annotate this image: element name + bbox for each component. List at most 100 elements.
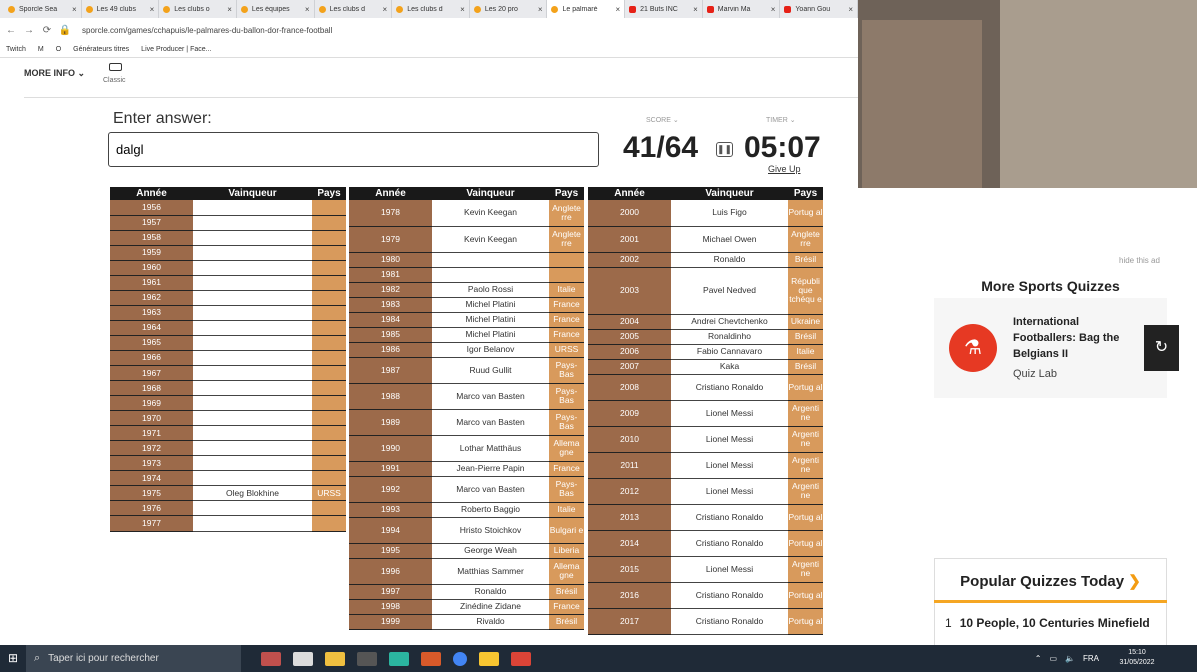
country-cell: Brésil xyxy=(549,614,584,630)
browser-tab[interactable]: Les clubs o × xyxy=(159,0,237,18)
chevron-up-icon[interactable]: ⌃ xyxy=(1035,654,1042,663)
bookmark-item[interactable]: Générateurs titres xyxy=(73,46,129,53)
browser-tab[interactable]: 21 Buts INC × xyxy=(625,0,703,18)
country-cell: Anglete rre xyxy=(549,200,584,227)
network-icon[interactable]: ▭ xyxy=(1049,654,1057,663)
close-icon[interactable]: × xyxy=(615,5,620,14)
chrome-icon[interactable] xyxy=(511,651,531,666)
winner-cell: Oleg Blokhine xyxy=(193,485,312,502)
winner-cell xyxy=(193,455,312,472)
browser-tab[interactable]: Les 20 pro × xyxy=(470,0,548,18)
col-header-country: Pays xyxy=(312,187,346,200)
hide-ad-link[interactable]: hide this ad xyxy=(1119,256,1160,265)
bookmark-item[interactable]: M xyxy=(38,46,44,53)
year-cell: 1964 xyxy=(110,320,193,336)
year-cell: 2009 xyxy=(588,400,671,427)
col-header-year: Année xyxy=(588,187,671,200)
table-row: 1977 xyxy=(110,515,346,532)
app-icon[interactable] xyxy=(421,651,441,666)
country-cell: Pays-Bas xyxy=(549,409,584,436)
country-cell: France xyxy=(549,297,584,313)
keyboard-icon[interactable] xyxy=(109,63,122,71)
browser-tab[interactable]: Les clubs d × xyxy=(315,0,393,18)
winner-cell xyxy=(193,410,312,427)
winner-cell: Ronaldinho xyxy=(671,329,788,345)
refresh-icon[interactable]: ↻ xyxy=(1144,325,1179,371)
browser-tab[interactable]: Les clubs d × xyxy=(392,0,470,18)
year-cell: 1975 xyxy=(110,485,193,502)
pause-button[interactable]: ❚❚ xyxy=(716,142,733,157)
app-icon[interactable] xyxy=(479,651,499,666)
browser-tab[interactable]: Les équipes × xyxy=(237,0,315,18)
close-icon[interactable]: × xyxy=(383,5,388,14)
back-icon[interactable]: ← xyxy=(4,25,18,36)
close-icon[interactable]: × xyxy=(538,5,543,14)
winner-cell: Rivaldo xyxy=(432,614,549,630)
sporcle-icon xyxy=(473,5,481,13)
year-cell: 1994 xyxy=(349,517,432,544)
year-cell: 2005 xyxy=(588,329,671,345)
app-icon[interactable] xyxy=(357,651,377,666)
close-icon[interactable]: × xyxy=(150,5,155,14)
volume-icon[interactable]: 🔈 xyxy=(1065,654,1075,663)
table-row: 2016 Cristiano Ronaldo Portug al xyxy=(588,582,823,609)
close-icon[interactable]: × xyxy=(305,5,310,14)
app-icon[interactable] xyxy=(261,651,281,666)
browser-tab[interactable]: Marvin Ma × xyxy=(703,0,781,18)
year-cell: 1967 xyxy=(110,365,193,382)
app-icon[interactable] xyxy=(389,651,409,666)
popular-quiz-item[interactable]: 1 10 People, 10 Centuries Minefield xyxy=(945,616,1150,630)
taskbar-search[interactable]: ⌕ Taper ici pour rechercher xyxy=(26,645,241,672)
browser-tab[interactable]: Les 49 clubs × xyxy=(82,0,160,18)
more-info-button[interactable]: MORE INFO ⌄ xyxy=(24,68,85,79)
browser-tab[interactable]: Sporcle Sea × xyxy=(4,0,82,18)
language-indicator[interactable]: FRA xyxy=(1083,654,1099,663)
url-field[interactable]: sporcle.com/games/cchapuis/le-palmares-d… xyxy=(82,26,332,35)
table-row: 2015 Lionel Messi Argenti ne xyxy=(588,556,823,583)
bookmark-item[interactable]: Twitch xyxy=(6,46,26,53)
close-icon[interactable]: × xyxy=(848,5,853,14)
chrome-icon[interactable] xyxy=(453,651,467,666)
close-icon[interactable]: × xyxy=(72,5,77,14)
sporcle-icon xyxy=(163,5,171,13)
tab-title: Sporcle Sea xyxy=(19,5,58,13)
year-cell: 1978 xyxy=(349,200,432,227)
col-header-country: Pays xyxy=(788,187,823,200)
recommended-quiz-author[interactable]: Quiz Lab xyxy=(1013,368,1057,380)
close-icon[interactable]: × xyxy=(460,5,465,14)
recommended-quiz-title[interactable]: International Footballers: Bag the Belgi… xyxy=(1013,314,1133,362)
popular-quizzes-heading[interactable]: Popular Quizzes Today ❯ xyxy=(934,572,1167,590)
clock[interactable]: 15:10 31/05/2022 xyxy=(1115,648,1159,668)
winner-cell: Lionel Messi xyxy=(671,426,788,453)
country-cell: Brésil xyxy=(788,359,823,375)
country-cell: Anglete rre xyxy=(788,226,823,253)
windows-start-icon[interactable]: ⊞ xyxy=(0,645,26,672)
close-icon[interactable]: × xyxy=(771,5,776,14)
close-icon[interactable]: × xyxy=(693,5,698,14)
table-row: 1990 Lothar Matthäus Allema gne xyxy=(349,435,584,462)
answer-input[interactable] xyxy=(108,132,599,167)
browser-tab[interactable]: Yoann Gou × xyxy=(780,0,859,18)
year-cell: 1968 xyxy=(110,380,193,397)
reload-icon[interactable]: ⟳ xyxy=(40,25,54,36)
table-row: 1982 Paolo Rossi Italie xyxy=(349,282,584,298)
give-up-button[interactable]: Give Up xyxy=(768,164,801,174)
year-cell: 2014 xyxy=(588,530,671,557)
classic-mode-label[interactable]: Classic xyxy=(103,77,126,84)
answers-table-2000-2017: Année Vainqueur Pays 2000 Luis Figo Portug al… xyxy=(588,187,823,635)
close-icon[interactable]: × xyxy=(227,5,232,14)
browser-tab[interactable]: Le palmarè × xyxy=(547,0,626,18)
year-cell: 1960 xyxy=(110,260,193,276)
forward-icon[interactable]: → xyxy=(22,25,36,36)
winner-cell xyxy=(193,290,312,306)
table-row: 1978 Kevin Keegan Anglete rre xyxy=(349,200,584,227)
bookmark-item[interactable]: O xyxy=(56,46,61,53)
bookmark-item[interactable]: Live Producer | Face... xyxy=(141,46,211,53)
tab-title: Les clubs o xyxy=(174,5,210,13)
task-view-icon[interactable] xyxy=(293,651,313,666)
country-cell xyxy=(312,215,346,231)
winner-cell: George Weah xyxy=(432,543,549,559)
table-row: 1966 xyxy=(110,350,346,367)
file-explorer-icon[interactable] xyxy=(325,651,345,666)
streamer-right-image xyxy=(1000,0,1197,188)
